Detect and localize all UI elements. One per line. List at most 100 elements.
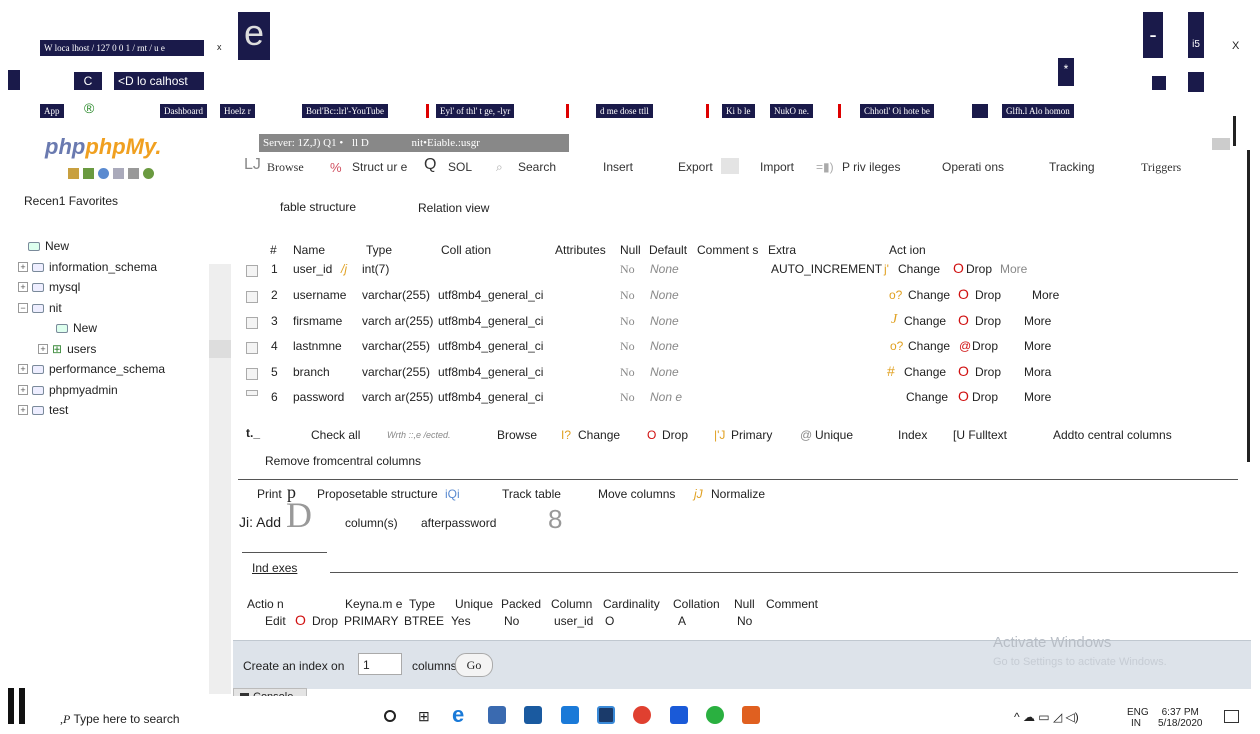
drop-link[interactable]: Drop [975, 365, 1001, 379]
phpmyadmin-logo[interactable]: phpphpMy. [45, 134, 162, 160]
tree-item-new[interactable]: New [28, 237, 69, 255]
tab-import[interactable]: Import [760, 160, 794, 174]
change-link[interactable]: Change [898, 262, 940, 276]
bookmark-eye[interactable]: Eyl' of thl' t ge, -lyr [436, 104, 515, 118]
tab-privileges[interactable]: P riv ileges [842, 160, 900, 174]
index-drop-link[interactable]: Drop [312, 614, 338, 628]
breadcrumb-server[interactable]: Server: 1Z,J) Q1 • [263, 137, 343, 149]
expand-icon[interactable]: + [18, 405, 28, 415]
bookmark-chhoti[interactable]: Chhotl' Oi hote be [860, 104, 934, 118]
bookmark-nukone[interactable]: NukO ne. [770, 104, 813, 118]
bookmark-medose[interactable]: d me dose ttll [596, 104, 653, 118]
bookmark-apps[interactable]: App [40, 104, 64, 118]
docs-icon[interactable] [113, 168, 124, 179]
col-header-null[interactable]: Null [620, 243, 641, 257]
tab-triggers[interactable]: Triggers [1141, 160, 1181, 175]
subtab-relation-view[interactable]: Relation view [418, 201, 489, 215]
expand-icon[interactable]: + [18, 364, 28, 374]
expand-icon[interactable]: + [18, 385, 28, 395]
chrome-icon[interactable] [633, 706, 651, 724]
col-header-comments[interactable]: Comment s [697, 243, 758, 257]
system-tray-icons[interactable]: ^ ☁ ▭ ◿ ◁) [1014, 710, 1079, 724]
help-icon[interactable] [98, 168, 109, 179]
drop-link[interactable]: Drop [966, 262, 992, 276]
tree-item-mysql[interactable]: + mysql [18, 278, 80, 296]
drop-link[interactable]: Drop [975, 314, 1001, 328]
subtab-table-structure[interactable]: fable structure [280, 200, 356, 214]
tab-tracking[interactable]: Tracking [1049, 160, 1095, 174]
bookmark-alohomora[interactable]: Glfh.l Alo homon [1002, 104, 1074, 118]
browser-tab[interactable]: W loca lhost / 127 0 0 1 / rnt / u e [40, 40, 204, 56]
index-columns-input[interactable]: 1 [358, 653, 402, 675]
tab-structure[interactable]: Struct ur e [352, 160, 407, 174]
normalize-button[interactable]: Normalize [711, 487, 765, 501]
xampp-icon[interactable] [742, 706, 760, 724]
drop-link[interactable]: Drop [972, 390, 998, 404]
row-checkbox[interactable] [246, 390, 258, 396]
col-header-extra[interactable]: Extra [768, 243, 796, 257]
check-all-link[interactable]: Check all [311, 428, 360, 442]
move-columns-button[interactable]: Move columns [598, 487, 675, 501]
reload-button[interactable]: C [74, 72, 102, 90]
breadcrumb-table[interactable]: nit•Eiable.:usgr [412, 137, 480, 149]
add-central-columns-button[interactable]: Addto central columns [1053, 428, 1172, 442]
logout-icon[interactable] [83, 168, 94, 179]
more-dropdown[interactable]: More [1000, 262, 1027, 276]
tab-sql[interactable]: SOL [448, 160, 472, 174]
row-checkbox[interactable] [246, 291, 258, 303]
cortana-icon[interactable] [384, 710, 396, 722]
bulk-index-button[interactable]: Index [898, 428, 927, 442]
reload-icon[interactable] [143, 168, 154, 179]
splitter-handle[interactable] [209, 340, 231, 358]
indexes-heading[interactable]: Ind exes [252, 561, 297, 575]
row-checkbox[interactable] [246, 317, 258, 329]
add-column-count-input[interactable]: D [286, 494, 312, 536]
print-button[interactable]: Print [257, 487, 282, 501]
tree-item-nit[interactable]: − nit [18, 299, 62, 317]
content-scrollbar[interactable] [1247, 150, 1250, 462]
change-link[interactable]: Change [904, 314, 946, 328]
expand-icon[interactable]: + [18, 282, 28, 292]
bulk-primary-button[interactable]: Primary [731, 428, 772, 442]
settings-icon[interactable] [128, 168, 139, 179]
menu-icon[interactable] [1188, 72, 1204, 92]
tree-item-nit-new[interactable]: New [56, 319, 97, 337]
taskbar-search[interactable]: ,P Type here to search [60, 712, 180, 727]
col-header-attributes[interactable]: Attributes [555, 243, 606, 257]
drop-link[interactable]: Drop [972, 339, 998, 353]
app2-icon[interactable] [670, 706, 688, 724]
bookmark-kible[interactable]: Ki b le [722, 104, 755, 118]
bulk-browse-button[interactable]: Browse [497, 428, 537, 442]
window-maximize-button[interactable]: i5 [1188, 12, 1204, 58]
store-icon[interactable] [524, 706, 542, 724]
more-dropdown[interactable]: More [1024, 390, 1051, 404]
more-dropdown[interactable]: Mora [1024, 365, 1051, 379]
track-table-button[interactable]: Track table [502, 487, 561, 501]
tab-export[interactable]: Export [678, 160, 713, 174]
window-minimize-button[interactable]: - [1143, 12, 1163, 58]
remove-central-columns-button[interactable]: Remove fromcentral columns [265, 454, 421, 468]
expand-icon[interactable]: + [38, 344, 48, 354]
tab-insert[interactable]: Insert [603, 160, 633, 174]
tree-item-phpmyadmin[interactable]: + phpmyadmin [18, 381, 118, 399]
file-explorer-icon[interactable] [488, 706, 506, 724]
tree-item-users[interactable]: + ⊞ users [38, 340, 96, 358]
extension-icon[interactable] [1152, 76, 1166, 90]
tree-item-performance-schema[interactable]: + performance_schema [18, 360, 165, 378]
row-checkbox[interactable] [246, 342, 258, 354]
edge-icon[interactable]: e [452, 702, 464, 728]
app-icon[interactable] [597, 706, 615, 724]
bookmark-star-icon[interactable]: * [1058, 58, 1074, 86]
col-header-collation[interactable]: Coll ation [441, 243, 491, 257]
language-indicator[interactable]: ENG IN [1127, 707, 1149, 729]
col-header-default[interactable]: Default [649, 243, 687, 257]
home-icon[interactable] [68, 168, 79, 179]
change-link[interactable]: Change [906, 390, 948, 404]
more-dropdown[interactable]: More [1032, 288, 1059, 302]
col-header-name[interactable]: Name [293, 243, 325, 257]
change-link[interactable]: Change [908, 339, 950, 353]
window-close-button[interactable]: X [1232, 40, 1239, 52]
address-bar[interactable]: <D lo calhost [114, 72, 204, 90]
notifications-icon[interactable] [1224, 710, 1239, 723]
whatsapp-icon[interactable] [706, 706, 724, 724]
